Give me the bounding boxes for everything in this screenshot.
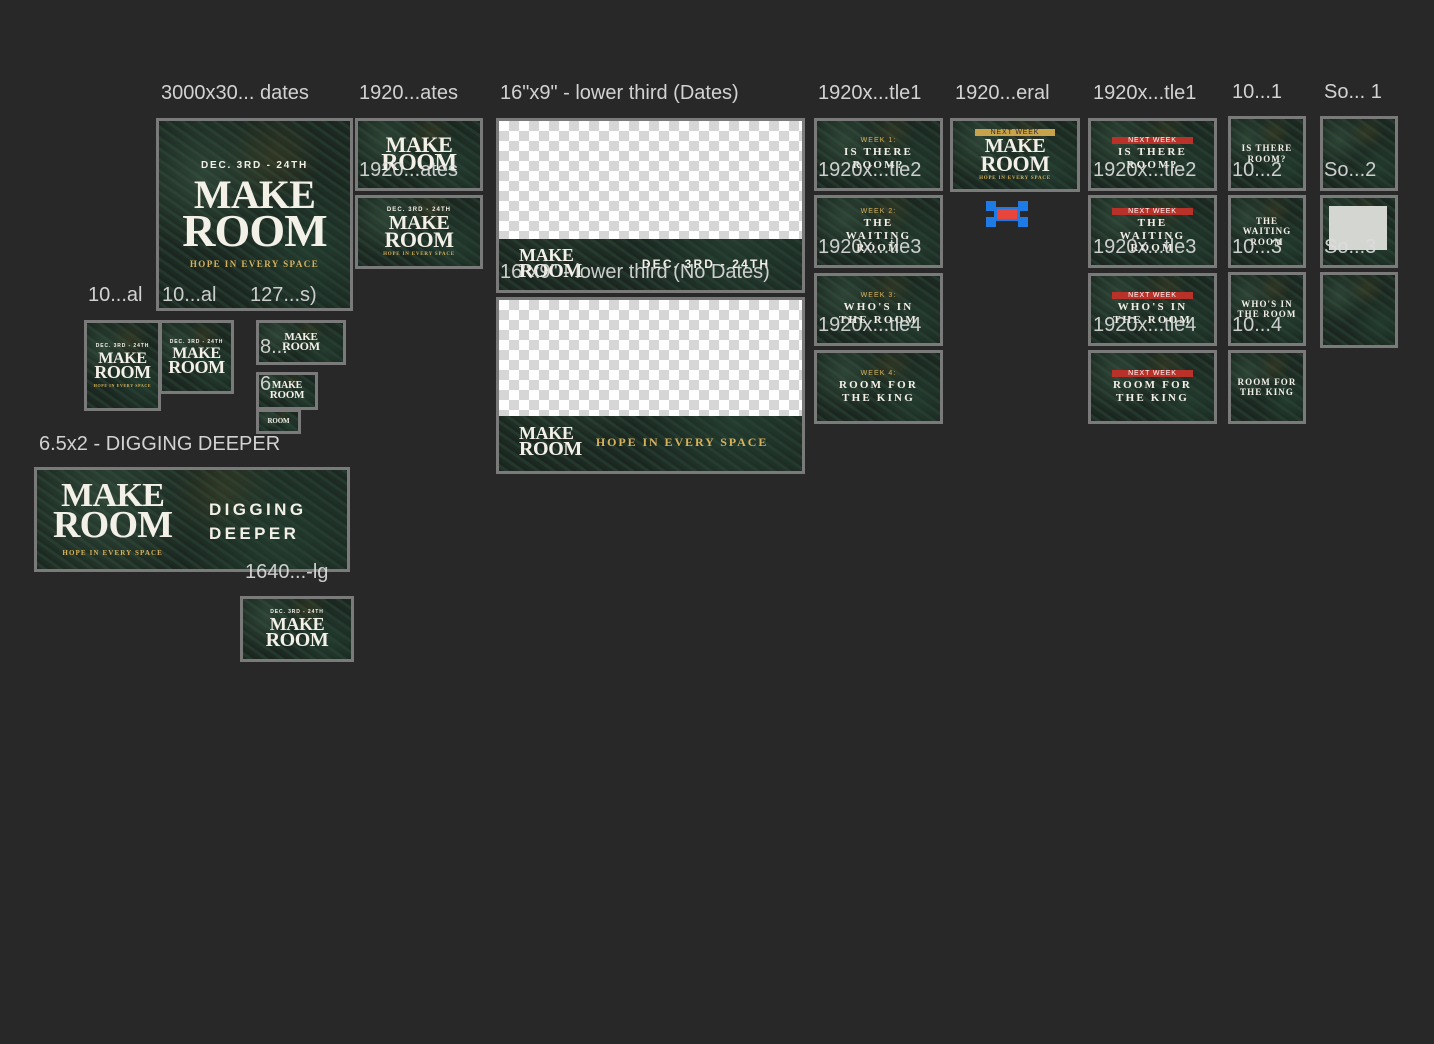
dates-text: DEC. 3RD - 24TH xyxy=(95,343,150,350)
deeper-text: DEEPER xyxy=(209,524,300,543)
digging-text: DIGGING xyxy=(209,500,307,519)
lower-third-band: MAKE ROOM HOPE IN EVERY SPACE xyxy=(499,413,802,471)
room-text: ROOM xyxy=(94,362,151,383)
hope-text: HOPE IN EVERY SPACE xyxy=(189,259,320,270)
artboard-so3[interactable] xyxy=(1320,272,1398,348)
room-text: ROOM xyxy=(980,150,1050,176)
artboard-digging-deeper[interactable]: MAKE ROOM HOPE IN EVERY SPACE DIGGING DE… xyxy=(34,467,350,572)
week-label: WEEK 1: xyxy=(860,137,897,145)
overlay-label-t3a[interactable]: 1920x...tle3 xyxy=(818,236,921,258)
artboard-label-lower-third-dates[interactable]: 16"x9" - lower third (Dates) xyxy=(500,82,739,104)
artboard-general[interactable]: NEXT WEEK MAKE ROOM HOPE IN EVERY SPACE xyxy=(950,118,1080,192)
transparency-checker xyxy=(499,300,802,416)
artboard-main-dates[interactable]: DEC. 3RD - 24TH MAKE ROOM HOPE IN EVERY … xyxy=(156,118,353,311)
room-text: ROOM xyxy=(384,227,454,253)
artboard-label-digging[interactable]: 6.5x2 - DIGGING DEEPER xyxy=(39,433,280,455)
artboard-label-main-dates[interactable]: 3000x30... dates xyxy=(161,82,309,104)
next-week-badge: NEXT WEEK xyxy=(1112,292,1193,300)
overlay-label-lg[interactable]: 1640...-lg xyxy=(245,561,328,583)
next-week-badge: NEXT WEEK xyxy=(1112,369,1193,377)
overlay-label-lower-third-nodates[interactable]: 16"x9" - lower third (No Dates) xyxy=(500,261,770,283)
overlay-label-t2b[interactable]: 1920x...tle2 xyxy=(1093,159,1196,181)
artboard-label-title1-a[interactable]: 1920x...tle1 xyxy=(818,82,921,104)
room-text: ROOM xyxy=(168,357,225,378)
next-week-badge: NEXT WEEK xyxy=(1112,208,1193,216)
overlay-label-left-small2[interactable]: 10...al xyxy=(162,284,216,306)
overlay-label-t4a[interactable]: 1920x...tle4 xyxy=(818,314,921,336)
room-text: ROOM xyxy=(265,629,329,652)
next-week-badge: NEXT WEEK xyxy=(1112,137,1193,145)
artboard-label-sq1[interactable]: 10...1 xyxy=(1232,81,1282,103)
artboard-title4-b[interactable]: NEXT WEEK ROOM FOR THE KING xyxy=(1088,350,1217,424)
overlay-label-sq2[interactable]: 10...2 xyxy=(1232,159,1282,181)
room-text: ROOM xyxy=(267,416,290,425)
artboard-left-small-2[interactable]: DEC. 3RD - 24TH MAKE ROOM xyxy=(159,320,234,394)
overlay-label-t3b[interactable]: 1920x...tle3 xyxy=(1093,236,1196,258)
hope-text: HOPE IN EVERY SPACE xyxy=(979,175,1051,181)
overlay-label-sq3[interactable]: 10...3 xyxy=(1232,236,1282,258)
overlay-label-so3[interactable]: So...3 xyxy=(1324,236,1376,258)
artboard-left-small-1[interactable]: DEC. 3RD - 24TH MAKE ROOM HOPE IN EVERY … xyxy=(84,320,161,411)
artboard-label-so1[interactable]: So... 1 xyxy=(1324,81,1382,103)
artboard-sq4[interactable]: ROOM FOR THE KING xyxy=(1228,350,1306,424)
artboard-label-left-small[interactable]: 10...al xyxy=(88,284,142,306)
artboard-title4-a[interactable]: WEEK 4: ROOM FOR THE KING xyxy=(814,350,943,424)
artboard-label-general[interactable]: 1920...eral xyxy=(955,82,1050,104)
week-label: WEEK 3: xyxy=(860,292,897,300)
room-text: ROOM xyxy=(53,503,173,546)
artboard-label-title1-b[interactable]: 1920x...tle1 xyxy=(1093,82,1196,104)
week-label: WEEK 2: xyxy=(860,208,897,216)
dates-text: DEC. 3RD - 24TH xyxy=(200,159,308,171)
artboard-lower-third-nodates[interactable]: MAKE ROOM HOPE IN EVERY SPACE xyxy=(496,297,805,474)
overlay-label-t4b[interactable]: 1920x...tle4 xyxy=(1093,314,1196,336)
overlay-label-t2a[interactable]: 1920x...tle2 xyxy=(818,159,921,181)
selection-handle[interactable] xyxy=(986,201,1028,227)
overlay-label-so2[interactable]: So...2 xyxy=(1324,159,1376,181)
overlay-label-sq4[interactable]: 10...4 xyxy=(1232,314,1282,336)
room-text: ROOM xyxy=(269,388,305,401)
week-title: ROOM FOR THE KING xyxy=(838,378,918,404)
overlay-label-small8[interactable]: 8... xyxy=(260,336,288,358)
artboard-small-6[interactable]: ROOM xyxy=(256,409,301,434)
overlay-label-127[interactable]: 127...s) xyxy=(250,284,317,306)
artboard-col2-2[interactable]: DEC. 3RD - 24TH MAKE ROOM HOPE IN EVERY … xyxy=(355,195,483,269)
week-title: ROOM FOR THE KING xyxy=(1112,378,1192,404)
hope-text: HOPE IN EVERY SPACE xyxy=(595,434,769,449)
room-text: ROOM xyxy=(519,438,582,461)
overlay-label-col2[interactable]: 1920...ates xyxy=(359,159,458,181)
hope-text: HOPE IN EVERY SPACE xyxy=(62,549,163,558)
hope-text: HOPE IN EVERY SPACE xyxy=(383,252,455,258)
overlay-label-small6[interactable]: 6 xyxy=(260,373,271,395)
hope-text: HOPE IN EVERY SPACE xyxy=(93,382,152,388)
room-text: ROOM xyxy=(182,204,327,256)
selected-layer xyxy=(997,209,1017,219)
artboard-lg[interactable]: DEC. 3RD - 24TH MAKE ROOM xyxy=(240,596,354,662)
week-label: WEEK 4: xyxy=(860,369,897,377)
week-title: ROOM FOR THE KING xyxy=(1237,376,1297,397)
artboard-label-col2[interactable]: 1920...ates xyxy=(359,82,458,104)
transparency-checker xyxy=(499,121,802,239)
